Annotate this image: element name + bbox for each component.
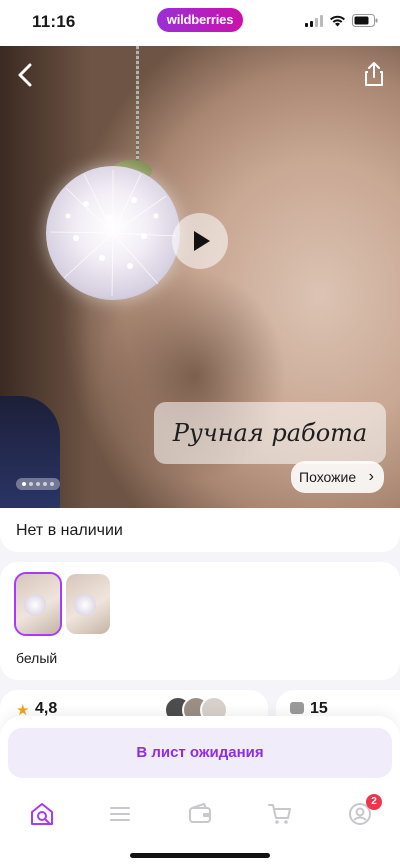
pagination-dot — [22, 482, 26, 486]
color-swatch[interactable] — [66, 574, 110, 634]
pagination-dot — [50, 482, 54, 486]
color-name: белый — [16, 650, 58, 666]
swatch-thumbnail — [24, 594, 46, 616]
color-selector-card: белый — [0, 562, 400, 680]
profile-tab[interactable]: 2 — [346, 794, 382, 828]
color-swatch-selected[interactable] — [14, 572, 62, 636]
signal-icon — [305, 14, 323, 27]
back-arrow-icon[interactable] — [12, 60, 40, 90]
brand-logo: wildberries — [157, 8, 243, 32]
status-time: 11:16 — [32, 12, 76, 31]
share-icon[interactable] — [362, 60, 386, 88]
bottom-action-sheet: В лист ожидания 2 — [0, 716, 400, 866]
handmade-label: Ручная работа — [154, 402, 386, 464]
notification-badge: 2 — [366, 794, 382, 810]
dandelion-fibers — [49, 170, 177, 297]
pagination-dot — [29, 482, 33, 486]
home-indicator — [130, 853, 270, 858]
stock-status-card: Нет в наличии — [0, 508, 400, 552]
swatch-thumbnail — [74, 594, 96, 616]
battery-icon — [352, 14, 378, 27]
wifi-icon — [330, 15, 345, 26]
question-bubble-icon — [290, 702, 304, 714]
wallet-icon[interactable] — [186, 800, 214, 828]
cart-icon[interactable] — [266, 800, 294, 828]
pagination-dot — [36, 482, 40, 486]
chevron-right-icon: › — [368, 468, 374, 485]
gallery-pagination — [16, 478, 60, 490]
dandelion-earring — [46, 166, 180, 300]
image-hair — [0, 396, 60, 508]
product-image-gallery[interactable]: Ручная работа Похожие › — [0, 46, 400, 508]
tab-bar: 2 — [0, 792, 400, 836]
similar-button[interactable]: Похожие › — [291, 461, 384, 493]
similar-button-label: Похожие — [299, 469, 357, 485]
status-icons — [305, 14, 378, 27]
pagination-dot — [43, 482, 47, 486]
status-bar: 11:16 wildberries — [0, 0, 400, 46]
earring-chain — [136, 46, 139, 166]
stock-status: Нет в наличии — [16, 522, 123, 539]
play-video-button[interactable] — [172, 213, 228, 269]
add-to-waitlist-button[interactable]: В лист ожидания — [8, 728, 392, 778]
home-search-icon[interactable] — [28, 800, 56, 828]
catalog-menu-icon[interactable] — [106, 800, 134, 828]
